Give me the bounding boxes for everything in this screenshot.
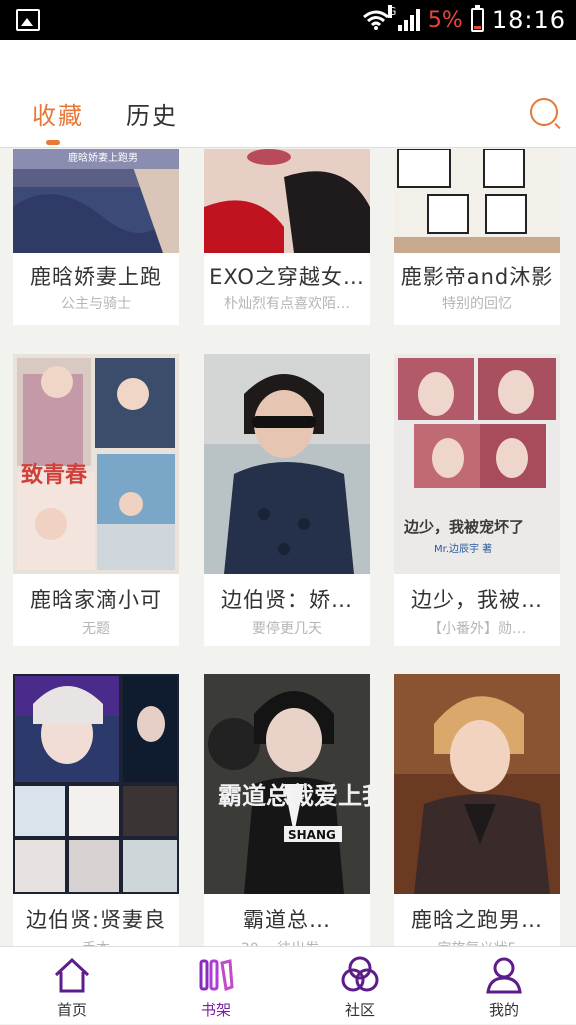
- top-bar: 收藏 历史: [0, 40, 576, 148]
- clock: 18:16: [491, 6, 566, 34]
- nav-home-label: 首页: [56, 1001, 87, 1019]
- book-cover: [13, 674, 179, 894]
- tab-favorites[interactable]: 收藏: [32, 96, 84, 131]
- book-card[interactable]: 霸道总裁爱上我 SHANG 霸道总… 20.一往出发…: [204, 674, 370, 946]
- bookshelf-grid: 鹿晗娇妻上跑男 鹿晗娇妻上跑 公主与骑士 EXO之穿越女… 朴灿烈有点喜欢陌…: [0, 149, 576, 946]
- book-cover: [394, 149, 560, 253]
- cover-caption: 致青春: [21, 462, 87, 488]
- nav-community-label: 社区: [344, 1001, 375, 1019]
- book-title: 鹿影帝and沐影: [400, 265, 554, 289]
- nav-home[interactable]: 首页: [0, 947, 144, 1025]
- book-cover: 鹿晗娇妻上跑男: [13, 149, 179, 253]
- nav-mine[interactable]: 我的: [432, 947, 576, 1025]
- book-title: 鹿晗之跑男…: [411, 908, 543, 932]
- cover-en-text: SHANG: [288, 828, 336, 842]
- book-cover: [204, 354, 370, 574]
- battery-icon: [470, 5, 484, 32]
- book-subtitle: 无题: [82, 621, 110, 637]
- book-cover: [394, 674, 560, 894]
- book-cover: 边少，我被宠坏了 Mr.边辰宇 著: [394, 354, 560, 574]
- nav-shelf-label: 书架: [200, 1001, 231, 1019]
- book-title: EXO之穿越女…: [209, 265, 365, 289]
- community-icon: [341, 956, 379, 992]
- book-subtitle: 公主与骑士: [61, 296, 131, 312]
- cover-caption: 边少，我被宠坏了: [403, 518, 524, 536]
- bottom-nav: 首页 书架 社区 我的: [0, 946, 576, 1024]
- gallery-notification-icon: [16, 9, 40, 31]
- cover-caption: 鹿晗娇妻上跑男: [68, 151, 138, 164]
- wifi-icon: [362, 10, 389, 30]
- book-cover: [204, 149, 370, 253]
- tab-active-indicator: [46, 140, 60, 145]
- status-bar: G 5% 18:16: [0, 0, 576, 40]
- book-title: 边伯贤:贤妻良: [25, 908, 167, 932]
- book-card[interactable]: 边伯贤:贤妻良 手本: [13, 674, 179, 946]
- user-icon: [486, 957, 522, 994]
- bookshelf-icon: [199, 959, 234, 991]
- nav-shelf[interactable]: 书架: [144, 947, 288, 1025]
- book-title: 边少，我被…: [411, 588, 543, 612]
- book-card[interactable]: 致青春 鹿晗家滴小可 无题: [13, 354, 179, 646]
- book-card[interactable]: 边伯贤：娇… 要停更几天: [204, 354, 370, 646]
- book-subtitle: 20.一往出发…: [204, 938, 370, 946]
- network-type: G: [387, 5, 397, 18]
- book-card[interactable]: 鹿晗娇妻上跑男 鹿晗娇妻上跑 公主与骑士: [13, 149, 179, 325]
- tab-history[interactable]: 历史: [126, 96, 178, 131]
- book-subtitle: 要停更几天: [252, 621, 322, 637]
- home-icon: [54, 957, 90, 993]
- book-cover: 霸道总裁爱上我 SHANG: [204, 674, 370, 894]
- book-card[interactable]: 边少，我被宠坏了 Mr.边辰宇 著 边少，我被… 【小番外】勋…: [394, 354, 560, 646]
- book-subtitle: 特别的回忆: [442, 296, 512, 312]
- search-icon[interactable]: [530, 98, 558, 126]
- book-card[interactable]: EXO之穿越女… 朴灿烈有点喜欢陌…: [204, 149, 370, 325]
- signal-icon: G: [387, 5, 420, 31]
- book-title: 鹿晗娇妻上跑: [30, 265, 162, 289]
- nav-mine-label: 我的: [488, 1001, 519, 1019]
- book-title: 霸道总…: [243, 908, 331, 932]
- book-title: 边伯贤：娇…: [221, 588, 353, 612]
- cover-caption: 霸道总裁爱上我: [218, 781, 370, 810]
- battery-percent: 5%: [427, 7, 463, 33]
- book-subtitle: 手本: [13, 938, 179, 946]
- nav-community[interactable]: 社区: [288, 947, 432, 1025]
- book-cover: 致青春: [13, 354, 179, 574]
- book-subtitle: 朴灿烈有点喜欢陌…: [224, 296, 350, 312]
- book-card[interactable]: 鹿影帝and沐影 特别的回忆: [394, 149, 560, 325]
- book-card[interactable]: 鹿晗之跑男… 宫旅复义状5: [394, 674, 560, 946]
- book-subtitle: 宫旅复义状5: [394, 938, 560, 946]
- book-title: 鹿晗家滴小可: [30, 588, 162, 612]
- cover-author: Mr.边辰宇 著: [434, 542, 492, 555]
- book-subtitle: 【小番外】勋…: [428, 621, 526, 637]
